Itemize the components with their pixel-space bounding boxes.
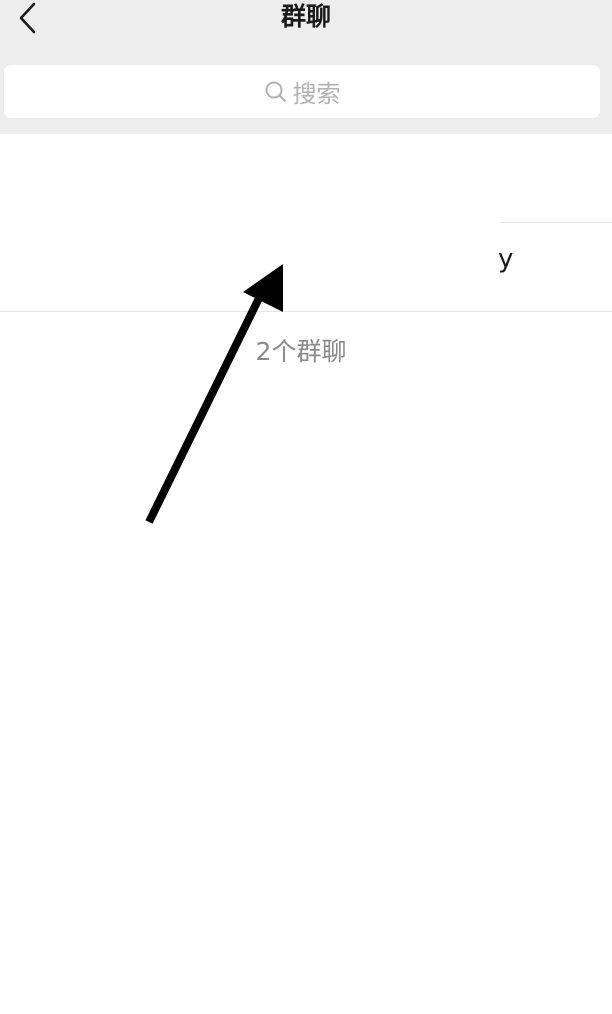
group-chat-page: 群聊 搜索 y 2个群聊 [0, 0, 612, 1014]
top-bar: 群聊 搜索 [0, 0, 612, 134]
group-count-text: 2个群聊 [255, 337, 347, 366]
group-list-item[interactable] [0, 134, 612, 223]
page-title: 群聊 [280, 2, 331, 31]
group-list: y [0, 134, 612, 312]
search-placeholder: 搜索 [292, 80, 341, 108]
search-icon [264, 80, 288, 104]
group-list-item[interactable]: y [0, 223, 612, 312]
group-name: y [498, 244, 514, 274]
divider [0, 311, 612, 312]
arrow-annotation-shaft [145, 288, 267, 524]
back-button[interactable] [8, 0, 48, 36]
navigation-bar: 群聊 [0, 0, 612, 40]
search-input[interactable]: 搜索 [4, 65, 600, 118]
chevron-left-icon [19, 2, 36, 34]
